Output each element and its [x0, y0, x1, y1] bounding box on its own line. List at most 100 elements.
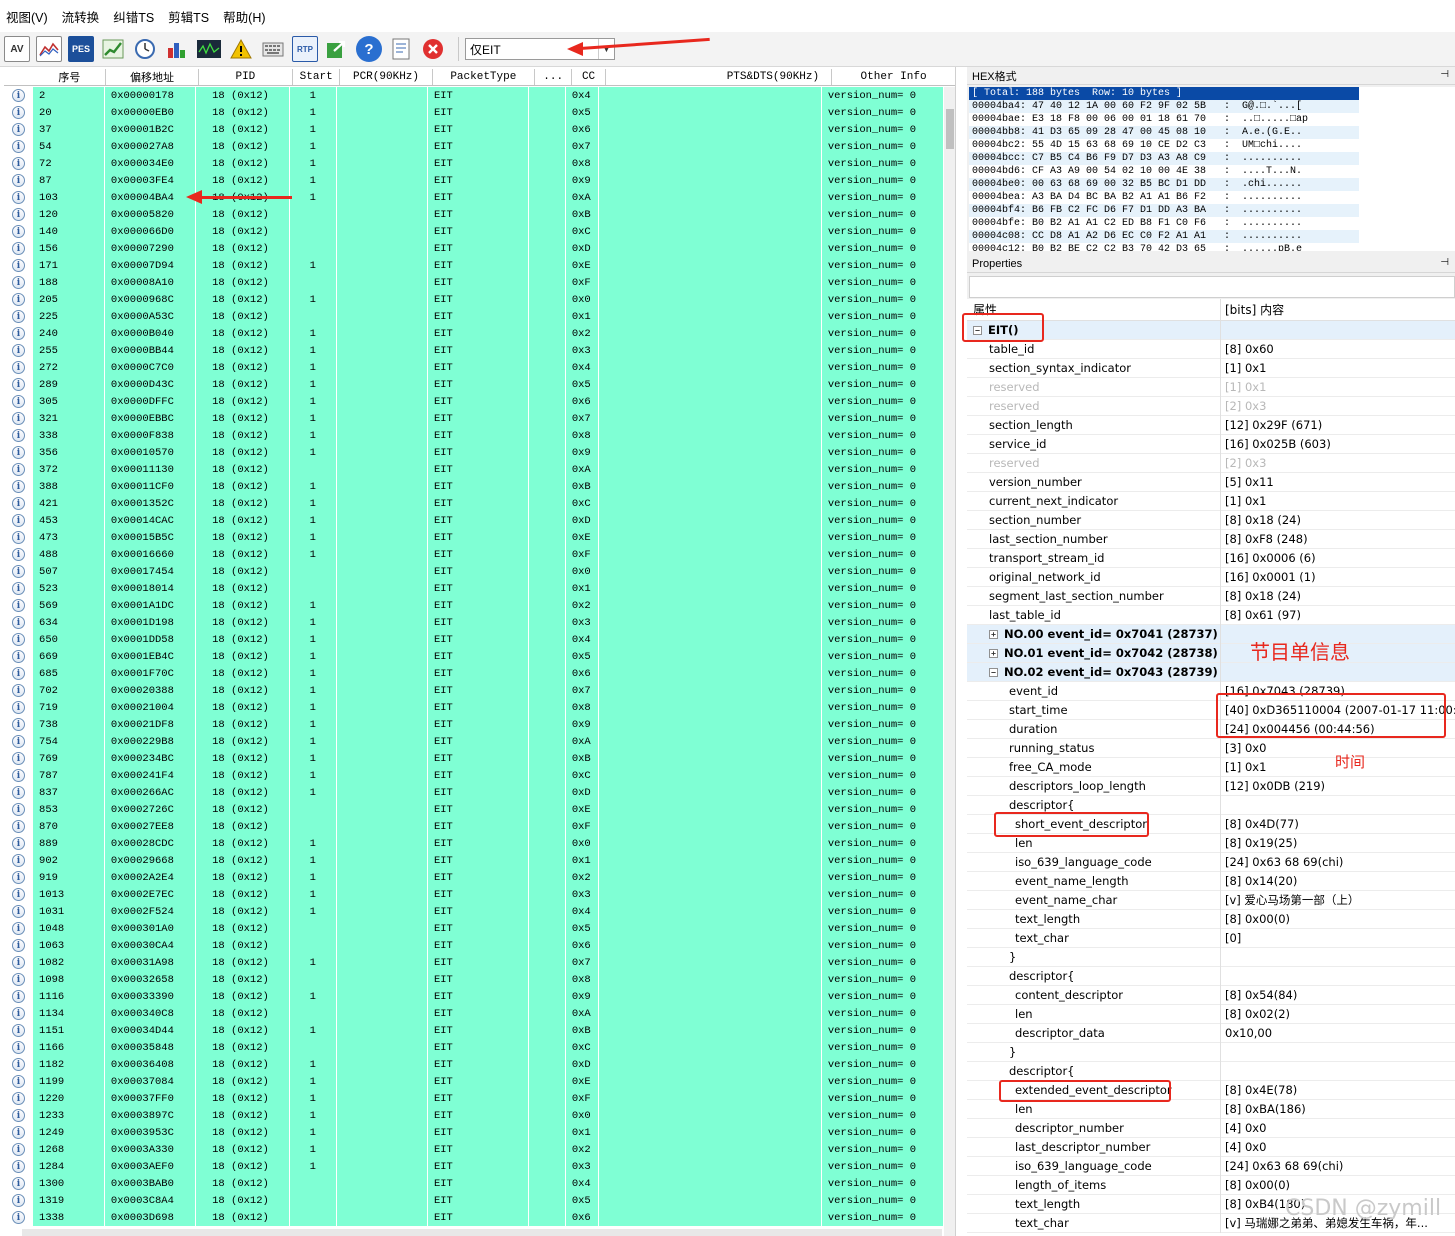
table-row[interactable]: i 769 0x000234BC 18 (0x12) 1 EIT 0xB version_nu…	[4, 750, 945, 767]
property-row[interactable]: descriptor{	[967, 966, 1455, 986]
table-row[interactable]: i 240 0x0000B040 18 (0x12) 1 EIT 0x2 version_nu…	[4, 325, 945, 342]
table-row[interactable]: i 1284 0x0003AEF0 18 (0x12) 1 EIT 0x3 version_n…	[4, 1158, 945, 1175]
property-row[interactable]: last_descriptor_number [4] 0x0	[967, 1137, 1455, 1157]
table-row[interactable]: i 719 0x00021004 18 (0x12) 1 EIT 0x8 version_nu…	[4, 699, 945, 716]
table-row[interactable]: i 72 0x000034E0 18 (0x12) 1 EIT 0x8 version_num…	[4, 155, 945, 172]
scope-icon[interactable]	[196, 36, 222, 62]
menu-item-1[interactable]: 流转换	[62, 7, 100, 26]
horizontal-scrollbar[interactable]	[22, 1229, 942, 1236]
column-header[interactable]: 偏移地址	[106, 69, 199, 85]
help-icon[interactable]: ?	[356, 36, 382, 62]
property-group-row[interactable]: + NO.01 event_id= 0x7042 (28738)	[967, 643, 1455, 663]
collapse-icon[interactable]: −	[989, 667, 998, 677]
pes-icon[interactable]: PES	[68, 36, 94, 62]
table-row[interactable]: i 20 0x00000EB0 18 (0x12) 1 EIT 0x5 version_num…	[4, 104, 945, 121]
table-row[interactable]: i 1166 0x00035848 18 (0x12) EIT 0xC version_nu…	[4, 1039, 945, 1056]
table-row[interactable]: i 1220 0x00037FF0 18 (0x12) 1 EIT 0xF version_n…	[4, 1090, 945, 1107]
table-row[interactable]: i 1233 0x0003897C 18 (0x12) 1 EIT 0x0 version_n…	[4, 1107, 945, 1124]
table-row[interactable]: i 889 0x00028CDC 18 (0x12) 1 EIT 0x0 version_nu…	[4, 835, 945, 852]
table-row[interactable]: i 255 0x0000BB44 18 (0x12) 1 EIT 0x3 version_nu…	[4, 342, 945, 359]
table-row[interactable]: i 388 0x00011CF0 18 (0x12) 1 EIT 0xB version_nu…	[4, 478, 945, 495]
table-row[interactable]: i 1338 0x0003D698 18 (0x12) EIT 0x6 version_nu…	[4, 1209, 945, 1226]
table-row[interactable]: i 473 0x00015B5C 18 (0x12) 1 EIT 0xE version_nu…	[4, 529, 945, 546]
table-row[interactable]: i 650 0x0001DD58 18 (0x12) 1 EIT 0x4 version_nu…	[4, 631, 945, 648]
pin-icon[interactable]: ⊣	[1440, 69, 1449, 80]
warning-icon[interactable]	[228, 36, 254, 62]
table-row[interactable]: i 1048 0x000301A0 18 (0x12) EIT 0x5 version_nu…	[4, 920, 945, 937]
table-row[interactable]: i 156 0x00007290 18 (0x12) EIT 0xD version_num…	[4, 240, 945, 257]
property-row[interactable]: last_section_number [8] 0xF8 (248)	[967, 529, 1455, 549]
table-row[interactable]: i 1249 0x0003953C 18 (0x12) 1 EIT 0x1 version_n…	[4, 1124, 945, 1141]
property-row[interactable]: content_descriptor [8] 0x54(84)	[967, 985, 1455, 1005]
property-row[interactable]: free_CA_mode [1] 0x1	[967, 757, 1455, 777]
table-row[interactable]: i 902 0x00029668 18 (0x12) 1 EIT 0x1 version_nu…	[4, 852, 945, 869]
table-row[interactable]: i 289 0x0000D43C 18 (0x12) 1 EIT 0x5 version_nu…	[4, 376, 945, 393]
table-row[interactable]: i 272 0x0000C7C0 18 (0x12) 1 EIT 0x4 version_nu…	[4, 359, 945, 376]
table-row[interactable]: i 1268 0x0003A330 18 (0x12) 1 EIT 0x2 version_n…	[4, 1141, 945, 1158]
property-row[interactable]: len [8] 0xBA(186)	[967, 1099, 1455, 1119]
trend-icon[interactable]	[100, 36, 126, 62]
property-row[interactable]: section_length [12] 0x29F (671)	[967, 415, 1455, 435]
chart-icon[interactable]	[36, 36, 62, 62]
table-row[interactable]: i 453 0x00014CAC 18 (0x12) 1 EIT 0xD version_nu…	[4, 512, 945, 529]
property-row[interactable]: event_name_length [8] 0x14(20)	[967, 871, 1455, 891]
table-row[interactable]: i 507 0x00017454 18 (0x12) EIT 0x0 version_num…	[4, 563, 945, 580]
property-row[interactable]: len [8] 0x02(2)	[967, 1004, 1455, 1024]
table-row[interactable]: i 1063 0x00030CA4 18 (0x12) EIT 0x6 version_nu…	[4, 937, 945, 954]
table-row[interactable]: i 305 0x0000DFFC 18 (0x12) 1 EIT 0x6 version_nu…	[4, 393, 945, 410]
column-header[interactable]: PTS&DTS(90KHz)	[606, 69, 833, 85]
table-row[interactable]: i 205 0x0000968C 18 (0x12) 1 EIT 0x0 version_nu…	[4, 291, 945, 308]
property-row[interactable]: transport_stream_id [16] 0x0006 (6)	[967, 548, 1455, 568]
property-row[interactable]: descriptor_data 0x10,00	[967, 1023, 1455, 1043]
table-row[interactable]: i 120 0x00005820 18 (0x12) EIT 0xB version_num…	[4, 206, 945, 223]
column-header[interactable]: ...	[535, 69, 573, 85]
table-row[interactable]: i 140 0x000066D0 18 (0x12) EIT 0xC version_num…	[4, 223, 945, 240]
table-row[interactable]: i 321 0x0000EBBC 18 (0x12) 1 EIT 0x7 version_nu…	[4, 410, 945, 427]
table-row[interactable]: i 1031 0x0002F524 18 (0x12) 1 EIT 0x4 version_n…	[4, 903, 945, 920]
column-header[interactable]: PacketType	[433, 69, 535, 85]
table-row[interactable]: i 188 0x00008A10 18 (0x12) EIT 0xF version_num…	[4, 274, 945, 291]
table-row[interactable]: i 338 0x0000F838 18 (0x12) 1 EIT 0x8 version_nu…	[4, 427, 945, 444]
report-icon[interactable]	[388, 36, 414, 62]
property-row[interactable]: running_status [3] 0x0	[967, 738, 1455, 758]
property-group-row[interactable]: − NO.02 event_id= 0x7043 (28739)	[967, 662, 1455, 682]
property-row[interactable]: descriptor{	[967, 1061, 1455, 1081]
table-row[interactable]: i 1319 0x0003C8A4 18 (0x12) EIT 0x5 version_nu…	[4, 1192, 945, 1209]
property-row[interactable]: current_next_indicator [1] 0x1	[967, 491, 1455, 511]
property-row[interactable]: reserved [2] 0x3	[967, 453, 1455, 473]
menu-item-0[interactable]: 视图(V)	[6, 7, 48, 26]
table-row[interactable]: i 37 0x00001B2C 18 (0x12) 1 EIT 0x6 version_num…	[4, 121, 945, 138]
property-row[interactable]: reserved [2] 0x3	[967, 396, 1455, 416]
table-row[interactable]: i 853 0x0002726C 18 (0x12) EIT 0xE version_num…	[4, 801, 945, 818]
table-row[interactable]: i 738 0x00021DF8 18 (0x12) 1 EIT 0x9 version_nu…	[4, 716, 945, 733]
table-row[interactable]: i 2 0x00000178 18 (0x12) 1 EIT 0x4 version_num=…	[4, 87, 945, 104]
property-row[interactable]: reserved [1] 0x1	[967, 377, 1455, 397]
table-row[interactable]: i 919 0x0002A2E4 18 (0x12) 1 EIT 0x2 version_nu…	[4, 869, 945, 886]
pin-icon[interactable]: ⊣	[1440, 257, 1449, 268]
column-header[interactable]: CC	[572, 69, 606, 85]
property-row[interactable]: }	[967, 1042, 1455, 1062]
property-row[interactable]: segment_last_section_number [8] 0x18 (24)	[967, 586, 1455, 606]
table-row[interactable]: i 1082 0x00031A98 18 (0x12) 1 EIT 0x7 version_n…	[4, 954, 945, 971]
table-row[interactable]: i 488 0x00016660 18 (0x12) 1 EIT 0xF version_nu…	[4, 546, 945, 563]
column-header[interactable]: Start	[293, 69, 341, 85]
property-row[interactable]: descriptors_loop_length [12] 0x0DB (219)	[967, 776, 1455, 796]
table-row[interactable]: i 569 0x0001A1DC 18 (0x12) 1 EIT 0x2 version_nu…	[4, 597, 945, 614]
property-row[interactable]: iso_639_language_code [24] 0x63 68 69(chi…	[967, 852, 1455, 872]
table-row[interactable]: i 1098 0x00032658 18 (0x12) EIT 0x8 version_nu…	[4, 971, 945, 988]
menu-item-3[interactable]: 剪辑TS	[168, 7, 209, 26]
property-group-row[interactable]: + NO.00 event_id= 0x7041 (28737)	[967, 624, 1455, 644]
property-row[interactable]: service_id [16] 0x025B (603)	[967, 434, 1455, 454]
export-icon[interactable]	[324, 36, 350, 62]
table-row[interactable]: i 372 0x00011130 18 (0x12) EIT 0xA version_num…	[4, 461, 945, 478]
table-row[interactable]: i 1300 0x0003BAB0 18 (0x12) EIT 0x4 version_nu…	[4, 1175, 945, 1192]
properties-search-input[interactable]	[969, 276, 1455, 298]
table-row[interactable]: i 87 0x00003FE4 18 (0x12) 1 EIT 0x9 version_num…	[4, 172, 945, 189]
table-row[interactable]: i 1134 0x000340C8 18 (0x12) EIT 0xA version_nu…	[4, 1005, 945, 1022]
table-row[interactable]: i 754 0x000229B8 18 (0x12) 1 EIT 0xA version_nu…	[4, 733, 945, 750]
property-row[interactable]: }	[967, 947, 1455, 967]
column-header[interactable]: PID	[199, 69, 294, 85]
property-row[interactable]: table_id [8] 0x60	[967, 339, 1455, 359]
chevron-down-icon[interactable]: ▼	[598, 39, 614, 59]
table-row[interactable]: i 1013 0x0002E7EC 18 (0x12) 1 EIT 0x3 version_n…	[4, 886, 945, 903]
